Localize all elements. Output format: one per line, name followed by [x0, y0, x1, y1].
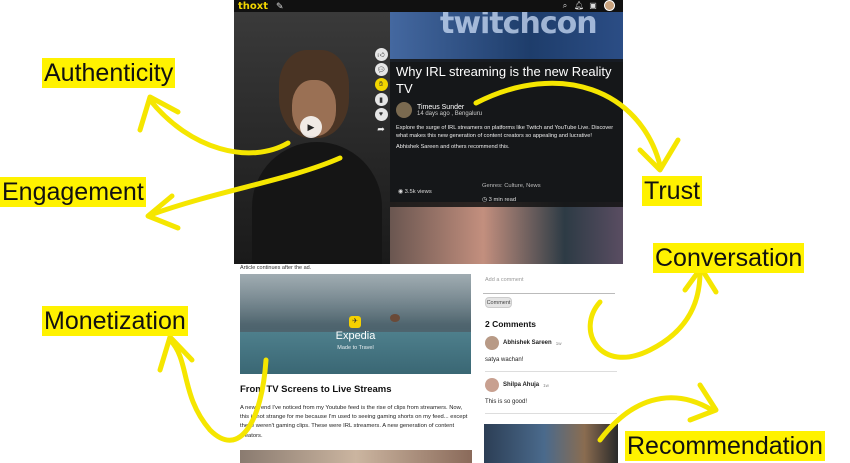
share-icon[interactable]: ➦ — [375, 123, 388, 136]
heart-icon[interactable]: ♥ — [374, 108, 388, 121]
banner-text: twitchcon — [440, 12, 598, 41]
user-avatar[interactable] — [604, 0, 615, 11]
views-count-text: 3.5k views — [404, 189, 432, 195]
divider — [485, 413, 617, 414]
comment-item: Abhishek Sareen 1w satya wachan! — [485, 336, 617, 372]
ad-banner[interactable]: ✈ Expedia Made to Travel — [240, 274, 471, 374]
views-count: ◉ 3.5k views — [398, 189, 432, 195]
commenter-avatar[interactable] — [485, 378, 499, 392]
label-trust: Trust — [642, 176, 703, 206]
article-description: Explore the surge of IRL streamers on pl… — [396, 125, 614, 139]
article-background-image — [390, 202, 623, 264]
article-inline-image — [240, 450, 472, 463]
bookmark-icon[interactable]: ▮ — [374, 93, 388, 106]
commenter-name[interactable]: Shilpa Ahuja — [503, 382, 539, 388]
read-time: ◷ 3 min read — [482, 197, 517, 203]
genres-text: Genres: Culture, News — [482, 183, 541, 189]
commenter-avatar[interactable] — [485, 336, 499, 350]
action-rail: 👍︎ 💬︎ ✋︎ ▮ ♥ ➦ — [374, 48, 388, 136]
author-row[interactable]: Timeus Sunder 14 days ago , Bengaluru — [396, 102, 617, 118]
comment-time: 1w — [543, 382, 549, 388]
comment-time: 1w — [555, 340, 562, 346]
app-window: thoxt ✎ ⌕ 🔔︎ ▣ ▶ 👍︎ 💬︎ ✋︎ ▮ ♥ ➦ twitchco… — [234, 0, 623, 463]
comment-input[interactable]: Add a comment — [483, 274, 615, 294]
arrowhead-trust — [637, 137, 681, 173]
article-body-area: Article continues after the ad. ✈ Expedi… — [234, 264, 623, 463]
label-authenticity: Authenticity — [42, 58, 176, 88]
commenter-name[interactable]: Abhishek Sareen — [503, 340, 552, 346]
recommended-thumbnail[interactable] — [484, 424, 618, 463]
ad-tagline: Made to Travel — [337, 345, 374, 351]
search-icon[interactable]: ⌕ — [560, 1, 570, 11]
comment-text: satya wachan! — [485, 357, 524, 363]
comment-item: Shilpa Ahuja 1w This is so good! — [485, 378, 617, 414]
author-name[interactable]: Timeus Sunder — [417, 104, 482, 111]
arrowhead-monetization — [157, 334, 195, 373]
comment-icon[interactable]: 💬︎ — [374, 63, 388, 76]
section-heading: From TV Screens to Live Streams — [240, 384, 392, 395]
ad-brand: Expedia — [335, 330, 376, 342]
article-overlay: Why IRL streaming is the new Reality TV … — [390, 59, 623, 207]
ad-note: Article continues after the ad. — [240, 265, 312, 271]
label-monetization: Monetization — [42, 306, 188, 336]
arrowhead-authenticity — [137, 94, 181, 133]
arrowhead-recommendation — [687, 382, 719, 423]
label-engagement: Engagement — [0, 177, 146, 207]
recommend-text: Abhishek Sareen and others recommend thi… — [396, 144, 510, 150]
article-paragraph: A new trend I've noticed from my Youtube… — [240, 405, 468, 439]
divider — [485, 371, 617, 372]
video-thumbnail-body — [252, 142, 382, 264]
comments-heading: 2 Comments — [485, 319, 537, 329]
read-time-text: 3 min read — [488, 197, 517, 203]
comment-text: This is so good! — [485, 399, 528, 405]
message-icon[interactable]: ▣ — [588, 1, 598, 11]
article-card[interactable]: twitchcon Why IRL streaming is the new R… — [390, 12, 623, 264]
label-recommendation: Recommendation — [625, 431, 825, 461]
video-player[interactable]: ▶ — [234, 12, 390, 264]
article-meta: 14 days ago , Bengaluru — [417, 110, 483, 117]
edit-icon[interactable]: ✎ — [276, 1, 284, 12]
play-icon[interactable]: ▶ — [300, 116, 322, 138]
comment-button[interactable]: Comment — [485, 297, 512, 308]
top-bar: thoxt ✎ ⌕ 🔔︎ ▣ — [234, 0, 623, 12]
author-avatar[interactable] — [396, 102, 412, 118]
arrowhead-engagement — [145, 193, 181, 231]
article-title[interactable]: Why IRL streaming is the new Reality TV — [396, 63, 616, 97]
bell-icon[interactable]: 🔔︎ — [574, 1, 584, 11]
app-logo[interactable]: thoxt — [238, 1, 268, 12]
label-conversation: Conversation — [653, 243, 805, 273]
appreciate-icon[interactable]: ✋︎ — [374, 78, 388, 91]
expedia-logo-icon: ✈ — [349, 316, 361, 328]
like-icon[interactable]: 👍︎ — [374, 48, 388, 61]
